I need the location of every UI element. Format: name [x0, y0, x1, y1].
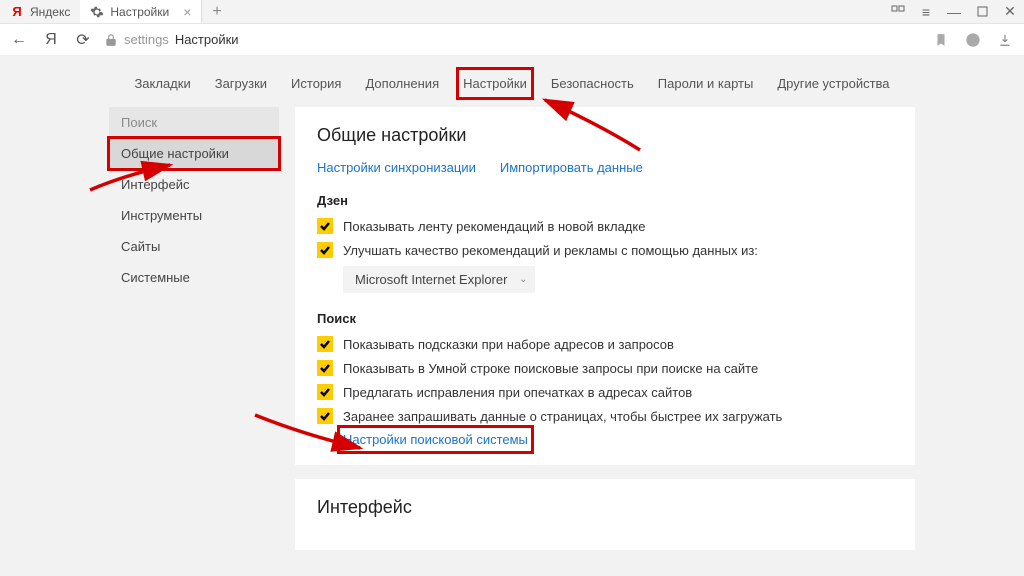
- checkbox-label: Показывать ленту рекомендаций в новой вк…: [343, 219, 645, 234]
- shield-icon[interactable]: [962, 29, 984, 51]
- address-bar[interactable]: settings Настройки: [104, 32, 920, 47]
- window-titlebar: Я Яндекс Настройки × + ≡ — ✕: [0, 0, 1024, 24]
- tab-devices[interactable]: Другие устройства: [775, 72, 891, 95]
- checkbox-label: Показывать подсказки при наборе адресов …: [343, 337, 674, 352]
- tab-downloads[interactable]: Загрузки: [213, 72, 269, 95]
- window-panel-icon[interactable]: [884, 0, 912, 23]
- checkbox-label: Показывать в Умной строке поисковые запр…: [343, 361, 758, 376]
- checkbox[interactable]: [317, 384, 333, 400]
- sync-settings-link[interactable]: Настройки синхронизации: [317, 160, 476, 175]
- section-title: Дзен: [317, 193, 893, 208]
- window-minimize-icon[interactable]: —: [940, 0, 968, 23]
- new-tab-button[interactable]: +: [202, 0, 231, 23]
- sidebar-search[interactable]: Поиск: [109, 107, 279, 138]
- section-zen: Дзен Показывать ленту рекомендаций в нов…: [317, 193, 893, 293]
- address-label: Настройки: [175, 32, 239, 47]
- browser-toolbar: ← Я ⟳ settings Настройки: [0, 24, 1024, 56]
- window-close-icon[interactable]: ✕: [996, 0, 1024, 23]
- settings-nav-tabs: Закладки Загрузки История Дополнения Нас…: [0, 56, 1024, 107]
- checkbox[interactable]: [317, 336, 333, 352]
- tab-passwords[interactable]: Пароли и карты: [656, 72, 756, 95]
- tab-security[interactable]: Безопасность: [549, 72, 636, 95]
- tab-label: Яндекс: [30, 5, 70, 19]
- sidebar-item-interface[interactable]: Интерфейс: [109, 169, 279, 200]
- sidebar-item-system[interactable]: Системные: [109, 262, 279, 293]
- panel-interface: Интерфейс: [295, 479, 915, 550]
- downloads-icon[interactable]: [994, 29, 1016, 51]
- import-data-link[interactable]: Импортировать данные: [500, 160, 643, 175]
- settings-page: Закладки Загрузки История Дополнения Нас…: [0, 56, 1024, 576]
- section-search: Поиск Показывать подсказки при наборе ад…: [317, 311, 893, 447]
- browser-tab-1[interactable]: Настройки ×: [80, 0, 202, 23]
- panel-title: Интерфейс: [317, 497, 893, 518]
- zen-source-dropdown[interactable]: Microsoft Internet Explorer ⌄: [343, 266, 535, 293]
- close-tab-icon[interactable]: ×: [183, 4, 191, 20]
- lock-icon: [104, 33, 118, 47]
- tab-settings[interactable]: Настройки: [461, 72, 529, 95]
- sidebar-item-general[interactable]: Общие настройки: [109, 138, 279, 169]
- checkbox[interactable]: [317, 218, 333, 234]
- search-engine-settings-link[interactable]: Настройки поисковой системы: [343, 431, 528, 448]
- reload-button[interactable]: ⟳: [72, 29, 94, 51]
- window-maximize-icon[interactable]: [968, 0, 996, 23]
- tab-label: Настройки: [110, 5, 169, 19]
- tab-history[interactable]: История: [289, 72, 343, 95]
- sidebar-item-tools[interactable]: Инструменты: [109, 200, 279, 231]
- tab-addons[interactable]: Дополнения: [363, 72, 441, 95]
- checkbox-label: Улучшать качество рекомендаций и рекламы…: [343, 243, 758, 258]
- bookmark-icon[interactable]: [930, 29, 952, 51]
- dropdown-value: Microsoft Internet Explorer: [355, 272, 507, 287]
- panel-title: Общие настройки: [317, 125, 893, 146]
- checkbox-label: Заранее запрашивать данные о страницах, …: [343, 409, 782, 424]
- checkbox[interactable]: [317, 408, 333, 424]
- settings-sidebar: Поиск Общие настройки Интерфейс Инструме…: [109, 107, 279, 550]
- chevron-down-icon: ⌄: [519, 274, 527, 285]
- gear-icon: [90, 5, 104, 19]
- checkbox-label: Предлагать исправления при опечатках в а…: [343, 385, 692, 400]
- checkbox[interactable]: [317, 360, 333, 376]
- window-menu-icon[interactable]: ≡: [912, 0, 940, 23]
- settings-main: Поиск Общие настройки Интерфейс Инструме…: [0, 107, 1024, 576]
- panel-general: Общие настройки Настройки синхронизации …: [295, 107, 915, 465]
- address-prefix: settings: [124, 32, 169, 47]
- tab-bookmarks[interactable]: Закладки: [132, 72, 192, 95]
- yandex-icon: Я: [10, 5, 24, 19]
- back-button[interactable]: ←: [8, 29, 30, 51]
- home-button[interactable]: Я: [40, 29, 62, 51]
- checkbox[interactable]: [317, 242, 333, 258]
- section-title: Поиск: [317, 311, 893, 326]
- browser-tab-0[interactable]: Я Яндекс: [0, 0, 80, 23]
- sidebar-item-sites[interactable]: Сайты: [109, 231, 279, 262]
